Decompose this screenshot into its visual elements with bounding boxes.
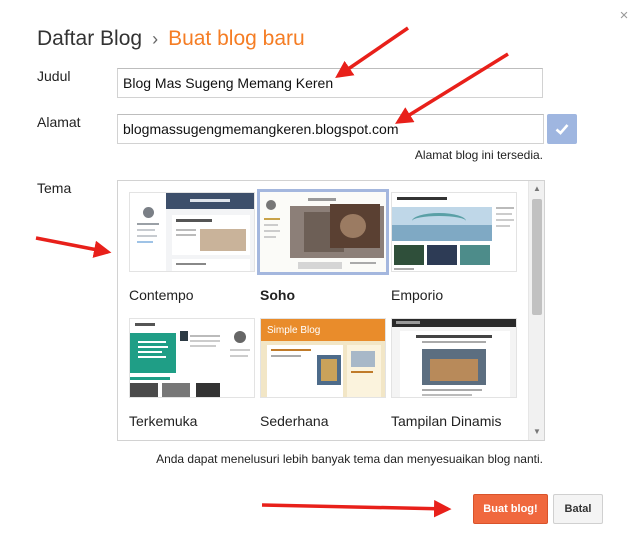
theme-scrollbar[interactable]: ▲ ▼ [528,181,544,440]
theme-picker[interactable]: Contempo Soho Emporio Terkemuka Simple B… [117,180,545,441]
title-input[interactable] [117,68,543,98]
theme-thumbnail-contempo [129,192,255,272]
scroll-down-icon[interactable]: ▼ [529,424,544,440]
scroll-up-icon[interactable]: ▲ [529,181,544,197]
breadcrumb-separator: › [152,29,159,49]
theme-name: Contempo [129,287,194,303]
theme-name: Soho [260,287,295,303]
address-label: Alamat [37,114,81,130]
theme-thumbnail-sederhana: Simple Blog [260,318,386,398]
theme-name: Sederhana [260,413,329,429]
thumb-blog-title: Simple Blog [267,325,321,336]
page-title: Buat blog baru [168,27,305,50]
breadcrumb-blog-list[interactable]: Daftar Blog [37,27,142,50]
theme-thumbnail-soho [257,189,389,275]
close-icon[interactable]: × [616,8,632,24]
address-input[interactable] [117,114,544,144]
check-icon [555,124,569,135]
theme-name: Emporio [391,287,444,303]
theme-thumbnail-tampilan-dinamis [391,318,517,398]
theme-thumbnail-terkemuka [129,318,255,398]
theme-name: Terkemuka [129,413,198,429]
theme-thumbnail-emporio [391,192,517,272]
arrow-to-create [261,499,452,518]
create-blog-button[interactable]: Buat blog! [473,494,548,524]
theme-label: Tema [37,180,72,196]
scrollbar-thumb[interactable] [532,199,542,315]
arrow-to-theme [35,236,112,258]
theme-hint: Anda dapat menelusuri lebih banyak tema … [156,452,543,466]
address-status: Alamat blog ini tersedia. [414,148,543,162]
check-availability-button[interactable] [547,114,577,144]
title-label: Judul [37,68,71,84]
breadcrumb: Daftar Blog › Buat blog baru [37,25,305,53]
cancel-button[interactable]: Batal [553,494,603,524]
theme-name: Tampilan Dinamis [391,413,502,429]
